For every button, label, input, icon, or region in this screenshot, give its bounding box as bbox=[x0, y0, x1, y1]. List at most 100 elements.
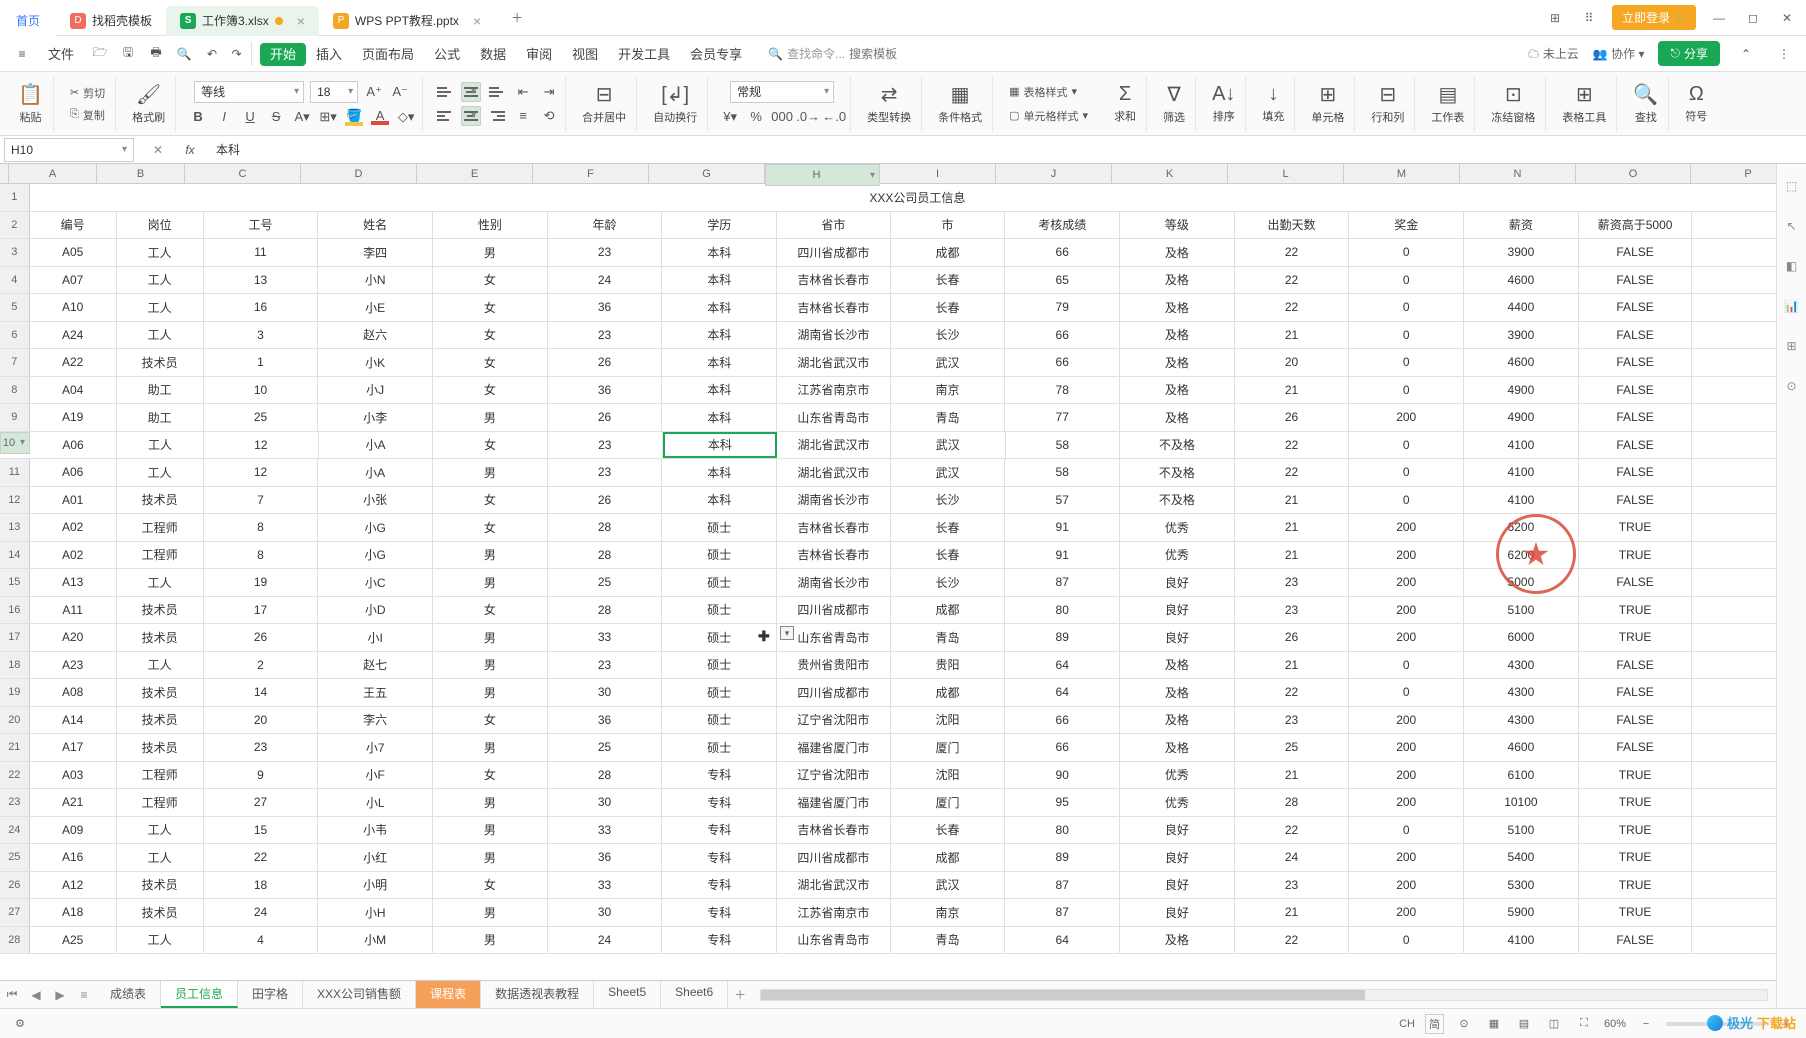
sort-button[interactable]: A↓排序 bbox=[1208, 83, 1239, 124]
cell[interactable]: 2 bbox=[204, 652, 319, 679]
cell[interactable]: 23 bbox=[548, 652, 663, 679]
type-convert-button[interactable]: ⇄类型转换 bbox=[863, 82, 915, 125]
fullscreen-icon[interactable]: ⛶ bbox=[1574, 1014, 1594, 1034]
cell[interactable]: 辽宁省沈阳市 bbox=[777, 707, 891, 734]
cell[interactable]: FALSE bbox=[1579, 487, 1693, 514]
cell[interactable]: 厦门 bbox=[891, 789, 1006, 816]
cell[interactable]: 11 bbox=[204, 239, 319, 266]
cell[interactable]: 3900 bbox=[1464, 322, 1579, 349]
menu-tab-插入[interactable]: 插入 bbox=[306, 43, 352, 66]
cell[interactable]: 18 bbox=[204, 872, 319, 899]
cell[interactable]: 成都 bbox=[891, 597, 1006, 624]
normal-view-icon[interactable]: ▦ bbox=[1484, 1014, 1504, 1034]
header-cell[interactable]: 岗位 bbox=[117, 212, 204, 239]
cell[interactable]: 23 bbox=[1235, 569, 1350, 596]
cell[interactable]: A06 bbox=[30, 432, 117, 459]
font-select[interactable]: 等线 bbox=[194, 81, 304, 103]
cell[interactable]: A05 bbox=[30, 239, 117, 266]
cell[interactable]: 硕士 bbox=[662, 707, 777, 734]
cell[interactable]: 工人 bbox=[117, 267, 204, 294]
cell[interactable]: 0 bbox=[1349, 377, 1464, 404]
cell[interactable]: 长春 bbox=[891, 294, 1006, 321]
cell-button[interactable]: ⊞单元格 bbox=[1307, 82, 1348, 125]
cell[interactable]: 23 bbox=[548, 322, 663, 349]
cell[interactable]: 专科 bbox=[662, 817, 777, 844]
formula-input[interactable]: 本科 bbox=[210, 141, 1806, 158]
cell[interactable]: 工人 bbox=[117, 239, 204, 266]
print-icon[interactable]: 🖶 bbox=[144, 42, 168, 66]
row-header-24[interactable]: 24 bbox=[0, 817, 30, 844]
bold-button[interactable]: B bbox=[188, 107, 208, 127]
cell[interactable]: 技术员 bbox=[117, 707, 204, 734]
cell[interactable]: 贵州省贵阳市 bbox=[777, 652, 891, 679]
cell[interactable]: 及格 bbox=[1120, 377, 1235, 404]
cell[interactable]: 吉林省长春市 bbox=[777, 514, 891, 541]
cell[interactable]: 12 bbox=[204, 459, 319, 486]
sheet-tab-数据透视表教程[interactable]: 数据透视表教程 bbox=[481, 981, 594, 1008]
cell[interactable]: 26 bbox=[548, 487, 663, 514]
close-icon[interactable]: × bbox=[473, 13, 481, 29]
cell[interactable]: 4100 bbox=[1464, 432, 1579, 459]
cell[interactable]: 工人 bbox=[117, 294, 204, 321]
cell[interactable]: 200 bbox=[1349, 624, 1464, 651]
cell[interactable]: 12 bbox=[204, 432, 319, 459]
tab-workbook[interactable]: S工作簿3.xlsx× bbox=[166, 6, 319, 36]
indent-dec-icon[interactable]: ⇤ bbox=[513, 82, 533, 102]
row-header-28[interactable]: 28 bbox=[0, 927, 30, 954]
cell[interactable]: 女 bbox=[433, 872, 548, 899]
header-cell[interactable]: 薪资高于5000 bbox=[1579, 212, 1693, 239]
redo-icon[interactable]: ↷ bbox=[228, 42, 252, 66]
cell[interactable]: A16 bbox=[30, 844, 117, 871]
cell[interactable]: 0 bbox=[1349, 349, 1464, 376]
row-header-26[interactable]: 26 bbox=[0, 872, 30, 899]
menu-tab-开发工具[interactable]: 开发工具 bbox=[608, 43, 680, 66]
cell[interactable]: 辽宁省沈阳市 bbox=[777, 762, 891, 789]
col-header-I[interactable]: I bbox=[880, 164, 996, 183]
cell[interactable]: 22 bbox=[204, 844, 319, 871]
align-middle-icon[interactable] bbox=[461, 82, 481, 102]
cell[interactable]: 男 bbox=[433, 817, 548, 844]
cell[interactable]: 山东省青岛市 bbox=[777, 927, 891, 954]
cell[interactable]: 技术员 bbox=[117, 597, 204, 624]
cell[interactable]: 硕士 bbox=[662, 597, 777, 624]
cell[interactable]: 28 bbox=[1235, 789, 1350, 816]
cell[interactable]: A18 bbox=[30, 899, 117, 926]
cell[interactable]: A19 bbox=[30, 404, 117, 431]
cell[interactable]: TRUE bbox=[1579, 817, 1693, 844]
cell[interactable]: 江苏省南京市 bbox=[777, 899, 891, 926]
maximize-icon[interactable]: ◻ bbox=[1742, 7, 1764, 29]
cell[interactable]: FALSE bbox=[1579, 707, 1693, 734]
cell[interactable]: A03 bbox=[30, 762, 117, 789]
decrease-font-icon[interactable]: A⁻ bbox=[390, 82, 410, 102]
cell[interactable]: 20 bbox=[204, 707, 319, 734]
cell[interactable]: 0 bbox=[1349, 432, 1464, 459]
cell[interactable]: 23 bbox=[1235, 872, 1350, 899]
worksheet-button[interactable]: ▤工作表 bbox=[1427, 82, 1468, 125]
minimize-icon[interactable]: — bbox=[1708, 7, 1730, 29]
header-cell[interactable]: 等级 bbox=[1120, 212, 1235, 239]
conditional-format-button[interactable]: ▦条件格式 bbox=[934, 82, 986, 125]
cell[interactable]: 36 bbox=[548, 294, 663, 321]
close-window-icon[interactable]: ✕ bbox=[1776, 7, 1798, 29]
fill-button[interactable]: ↓填充 bbox=[1258, 83, 1288, 124]
cell[interactable]: 10 bbox=[204, 377, 319, 404]
cell[interactable]: FALSE bbox=[1579, 322, 1693, 349]
cell[interactable]: TRUE bbox=[1579, 514, 1693, 541]
cell[interactable]: 66 bbox=[1005, 349, 1120, 376]
cell[interactable]: 5100 bbox=[1464, 597, 1579, 624]
cell[interactable]: 长春 bbox=[891, 542, 1006, 569]
name-box[interactable]: H10 bbox=[4, 138, 134, 162]
cell[interactable]: 79 bbox=[1005, 294, 1120, 321]
cell[interactable]: 助工 bbox=[117, 404, 204, 431]
cell[interactable]: 23 bbox=[548, 239, 663, 266]
cell[interactable]: 及格 bbox=[1120, 707, 1235, 734]
cell[interactable]: 专科 bbox=[662, 789, 777, 816]
cell[interactable]: 本科 bbox=[662, 487, 777, 514]
sheet-tab-田字格[interactable]: 田字格 bbox=[238, 981, 303, 1008]
cell[interactable]: FALSE bbox=[1579, 294, 1693, 321]
cell[interactable]: 10100 bbox=[1464, 789, 1579, 816]
cell[interactable]: 沈阳 bbox=[891, 707, 1006, 734]
cell[interactable]: 36 bbox=[548, 844, 663, 871]
cell[interactable]: 24 bbox=[548, 267, 663, 294]
header-cell[interactable]: 姓名 bbox=[318, 212, 433, 239]
